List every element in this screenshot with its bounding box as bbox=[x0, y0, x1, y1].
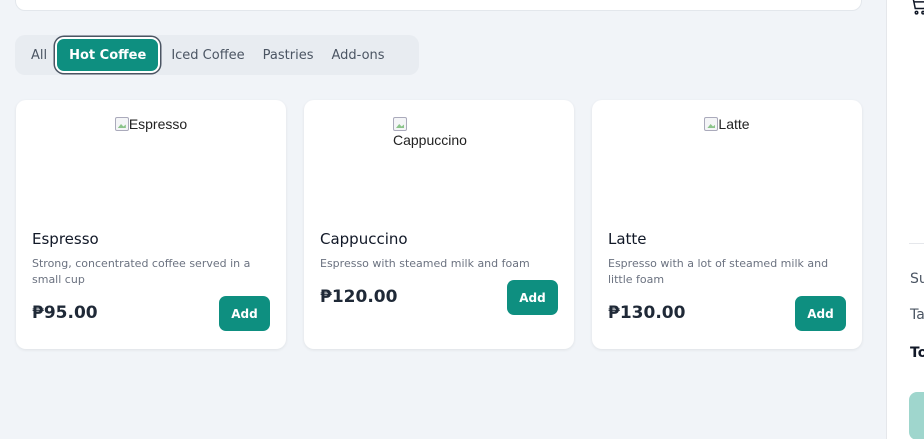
tab-add-ons[interactable]: Add-ons bbox=[323, 39, 394, 71]
broken-image-icon bbox=[114, 117, 129, 131]
tab-all[interactable]: All bbox=[21, 39, 59, 71]
shopping-cart-icon bbox=[912, 0, 924, 15]
add-button[interactable]: Add bbox=[219, 296, 270, 331]
category-tabs: All Hot Coffee Iced Coffee Pastries Add-… bbox=[15, 35, 419, 75]
tab-hot-coffee[interactable]: Hot Coffee bbox=[57, 39, 159, 71]
product-price: ₱130.00 bbox=[608, 303, 686, 323]
product-image-alt: Espresso bbox=[128, 116, 188, 132]
add-button[interactable]: Add bbox=[507, 280, 558, 315]
product-image: Latte bbox=[592, 116, 862, 132]
subtotal-label: Su bbox=[910, 271, 924, 287]
product-name: Cappuccino bbox=[320, 230, 408, 248]
product-image: Espresso bbox=[16, 116, 286, 132]
tax-label: Ta bbox=[910, 307, 924, 323]
product-image-alt: Latte bbox=[718, 116, 750, 132]
cart-panel: Su Ta To bbox=[886, 0, 924, 439]
product-name: Latte bbox=[608, 230, 647, 248]
product-card-cappuccino: Cappuccino Cappuccino Espresso with stea… bbox=[304, 100, 574, 349]
checkout-button[interactable] bbox=[909, 392, 924, 439]
add-button[interactable]: Add bbox=[795, 296, 846, 331]
product-description: Strong, concentrated coffee served in a … bbox=[32, 257, 251, 286]
product-description: Espresso with steamed milk and foam bbox=[320, 257, 530, 270]
broken-image-icon bbox=[393, 117, 407, 131]
broken-image-icon bbox=[704, 117, 719, 131]
tab-pastries[interactable]: Pastries bbox=[254, 39, 323, 71]
product-card-latte: Latte Latte Espresso with a lot of steam… bbox=[592, 100, 862, 349]
menu-panel: All Hot Coffee Iced Coffee Pastries Add-… bbox=[0, 0, 886, 439]
tab-iced-coffee[interactable]: Iced Coffee bbox=[162, 39, 253, 71]
cart-divider bbox=[909, 243, 924, 244]
product-image-alt: Cappuccino bbox=[393, 132, 467, 148]
product-name: Espresso bbox=[32, 230, 99, 248]
product-image: Cappuccino bbox=[304, 116, 574, 148]
product-price: ₱120.00 bbox=[320, 287, 398, 307]
search-input[interactable] bbox=[15, 0, 862, 11]
total-label: To bbox=[910, 345, 924, 361]
product-description: Espresso with a lot of steamed milk and … bbox=[608, 257, 829, 286]
product-price: ₱95.00 bbox=[32, 303, 98, 323]
product-card-espresso: Espresso Espresso Strong, concentrated c… bbox=[16, 100, 286, 349]
